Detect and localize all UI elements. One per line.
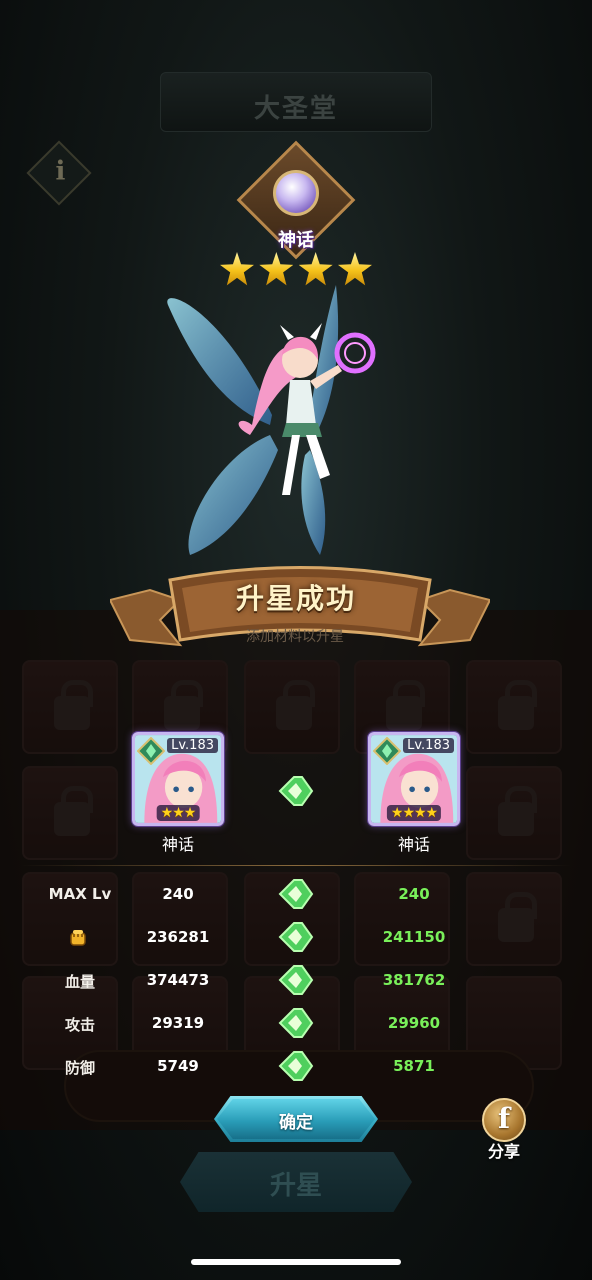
- class-emblem-icon: [137, 737, 165, 765]
- home-indicator[interactable]: [191, 1259, 401, 1265]
- stat-old-defense: 5749: [157, 1057, 199, 1075]
- stat-label-max-level: MAX Lv: [48, 885, 112, 903]
- stat-old-max-level: 240: [162, 885, 194, 903]
- power-fist-icon: [70, 930, 86, 946]
- hero-rank-after: 神话: [397, 835, 430, 854]
- star-icon: [220, 252, 254, 286]
- fairy-hero-illustration: [167, 285, 376, 555]
- hero-level: Lv.183: [403, 738, 454, 753]
- emblem-rank-label: 神话: [278, 230, 314, 251]
- arrow-right-icon: [278, 776, 314, 806]
- arrow-right-icon: [278, 1051, 314, 1081]
- stat-old-attack: 29319: [151, 1014, 205, 1032]
- stat-label-defense: 防御: [64, 1059, 95, 1077]
- star-icon: [337, 252, 372, 286]
- stat-new-power: 241150: [382, 928, 446, 946]
- info-icon: i: [55, 156, 66, 187]
- divider: [20, 865, 572, 866]
- stat-new-max-level: 240: [398, 885, 430, 903]
- hero-stars: ★★★★: [386, 805, 442, 821]
- stat-new-hp: 381762: [382, 971, 446, 989]
- hero-card-after: Lv.183 ★★★★: [368, 732, 460, 826]
- hero-card-before: Lv.183 ★★★: [132, 732, 224, 826]
- banner-title: 升星成功: [235, 582, 356, 615]
- stat-label-attack: 攻击: [64, 1016, 95, 1034]
- class-emblem-icon: [373, 737, 401, 765]
- background-hint: 添加材料以升星: [246, 629, 344, 645]
- hero-stars: ★★★: [156, 805, 200, 821]
- stat-old-hp: 374473: [146, 971, 210, 989]
- star-rating: [220, 252, 372, 286]
- hero-level: Lv.183: [167, 738, 218, 753]
- stat-new-defense: 5871: [393, 1057, 435, 1075]
- upgrade-result-screen: 大圣堂 i 升星 神话 升星成功 添加材料以升星 Lv.183 ★★★ 神话 L…: [0, 0, 592, 1280]
- confirm-button[interactable]: [214, 1096, 378, 1142]
- share-label[interactable]: 分享: [474, 1138, 534, 1162]
- arrow-right-icon: [278, 922, 314, 952]
- facebook-icon: f: [497, 1102, 511, 1135]
- star-icon: [298, 252, 333, 286]
- arrow-right-icon: [278, 965, 314, 995]
- star-icon: [259, 252, 294, 286]
- share-button[interactable]: f: [482, 1098, 526, 1142]
- stat-old-power: 236281: [146, 928, 210, 946]
- background-title: 大圣堂: [253, 94, 338, 124]
- stat-new-attack: 29960: [387, 1014, 441, 1032]
- stat-label-hp: 血量: [64, 973, 95, 991]
- info-button[interactable]: i: [26, 140, 92, 206]
- background-upgrade-label: 升星: [269, 1171, 322, 1201]
- arrow-right-icon: [278, 879, 314, 909]
- arrow-right-icon: [278, 1008, 314, 1038]
- hero-rank-before: 神话: [161, 835, 194, 854]
